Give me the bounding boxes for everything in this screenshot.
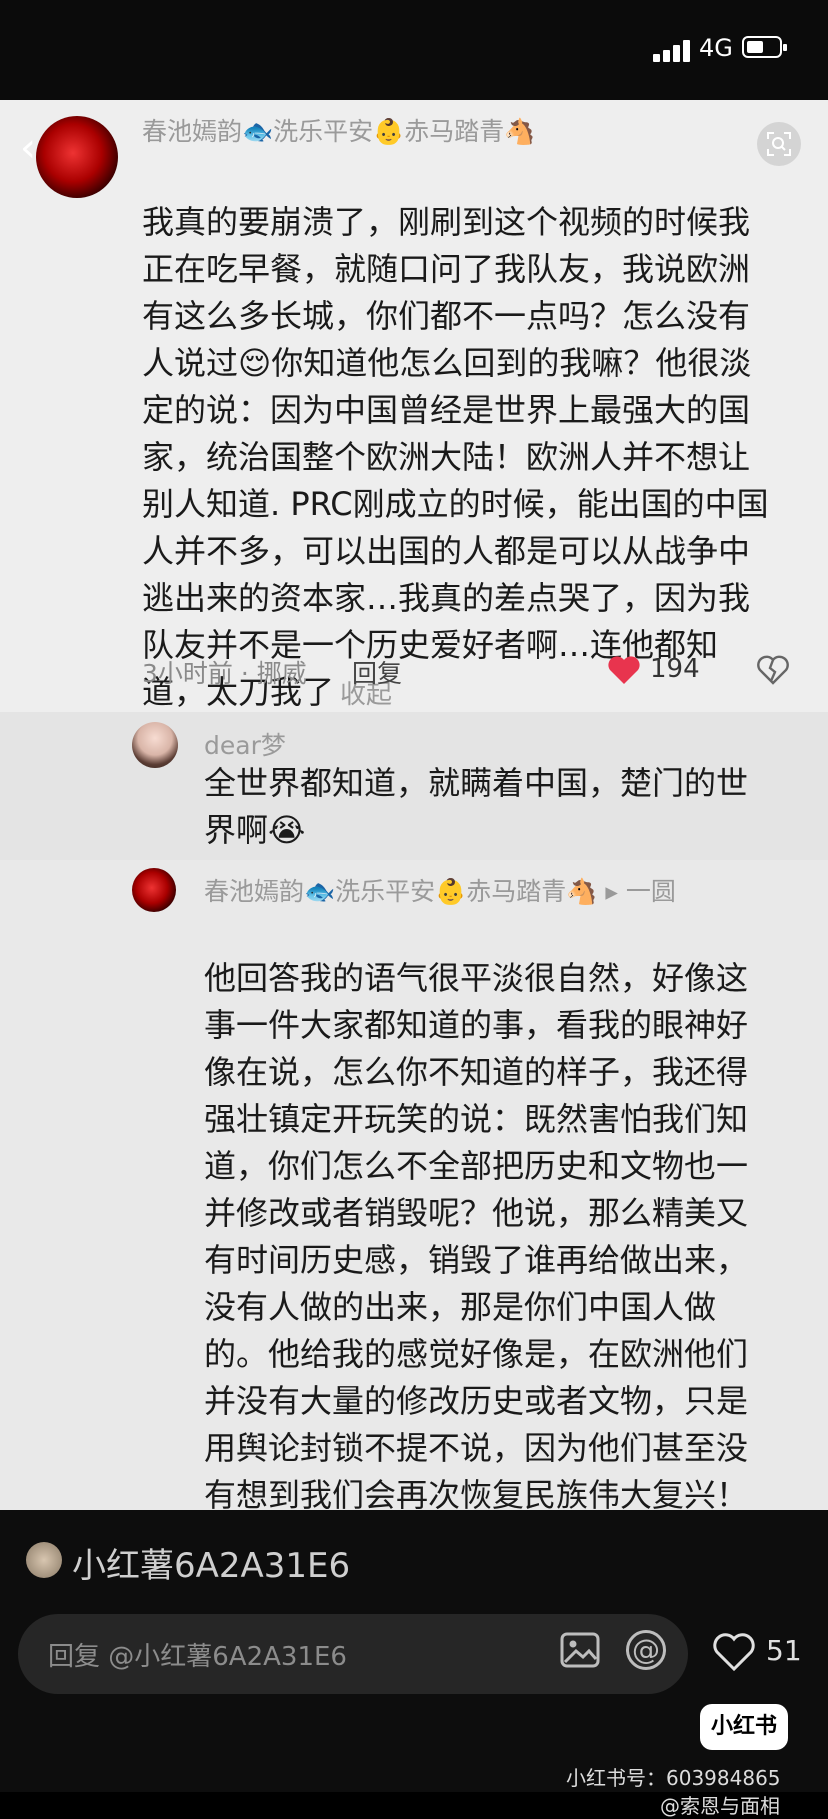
heart-icon[interactable] <box>712 1632 756 1672</box>
like-count: 51 <box>766 1634 802 1667</box>
mention-icon[interactable]: @ <box>626 1630 666 1670</box>
reply-item: 春池嫣韵🐟洗乐平安👶赤马踏青🐴 ▸ 一圆 他回答我的语气很平淡很自然，好像这 事… <box>0 860 828 1561</box>
comment-text: 我真的要崩溃了，刚刷到这个视频的时候我 正在吃早餐，就随口问了我队友，我说欧洲 … <box>142 152 792 719</box>
comment-time-location: 3小时前 · 挪威 <box>142 659 307 688</box>
comment-body: 我真的要崩溃了，刚刷到这个视频的时候我 正在吃早餐，就随口问了我队友，我说欧洲 … <box>142 203 769 711</box>
image-icon[interactable] <box>560 1632 600 1668</box>
brand-logo: 小红书 <box>700 1704 788 1750</box>
status-left-text <box>46 26 156 58</box>
avatar[interactable] <box>36 116 118 198</box>
avatar <box>26 1542 62 1578</box>
reply-text: 全世界都知道，就瞒着中国，楚门的世 界啊😭 <box>204 764 749 849</box>
reply-button[interactable]: 回复 <box>352 654 402 690</box>
battery-icon <box>742 36 787 58</box>
watermark-id: 小红书号：603984865 <box>566 1766 781 1790</box>
reply-item: dear梦 全世界都知道，就瞒着中国，楚门的世 界啊😭 <box>0 712 828 860</box>
avatar[interactable] <box>132 722 178 768</box>
heart-filled-icon[interactable] <box>606 654 642 686</box>
reply-text: 他回答我的语气很平淡很自然，好像这 事一件大家都知道的事，看我的眼神好 像在说，… <box>204 908 804 1569</box>
like-count: 194 <box>650 654 700 684</box>
network-label: 4G <box>699 34 733 62</box>
comment-list: ‹ 春池嫣韵🐟洗乐平安👶赤马踏青🐴 我真的要崩溃了，刚刷到这个视频的时候我 正在… <box>0 100 828 1561</box>
signal-icon <box>653 38 693 62</box>
dislike-icon[interactable] <box>756 654 790 686</box>
reply-input-placeholder: 回复 @小红薯6A2A31E6 <box>48 1642 347 1672</box>
status-bar: 4G <box>0 0 828 100</box>
avatar[interactable] <box>132 868 176 912</box>
reply-body: 他回答我的语气很平淡很自然，好像这 事一件大家都知道的事，看我的眼神好 像在说，… <box>204 959 749 1561</box>
reply-bar: 小红薯6A2A31E6 回复 @小红薯6A2A31E6 @ 51 小红书 小红书… <box>0 1510 828 1818</box>
reply-target-user: 小红薯6A2A31E6 <box>72 1546 351 1586</box>
reply-username[interactable]: 春池嫣韵🐟洗乐平安👶赤马踏青🐴 ▸ 一圆 <box>204 872 676 908</box>
watermark-weibo: @索恩与面相 <box>660 1794 780 1818</box>
reply-username[interactable]: dear梦 <box>204 726 286 762</box>
comment-username[interactable]: 春池嫣韵🐟洗乐平安👶赤马踏青🐴 <box>142 112 535 148</box>
